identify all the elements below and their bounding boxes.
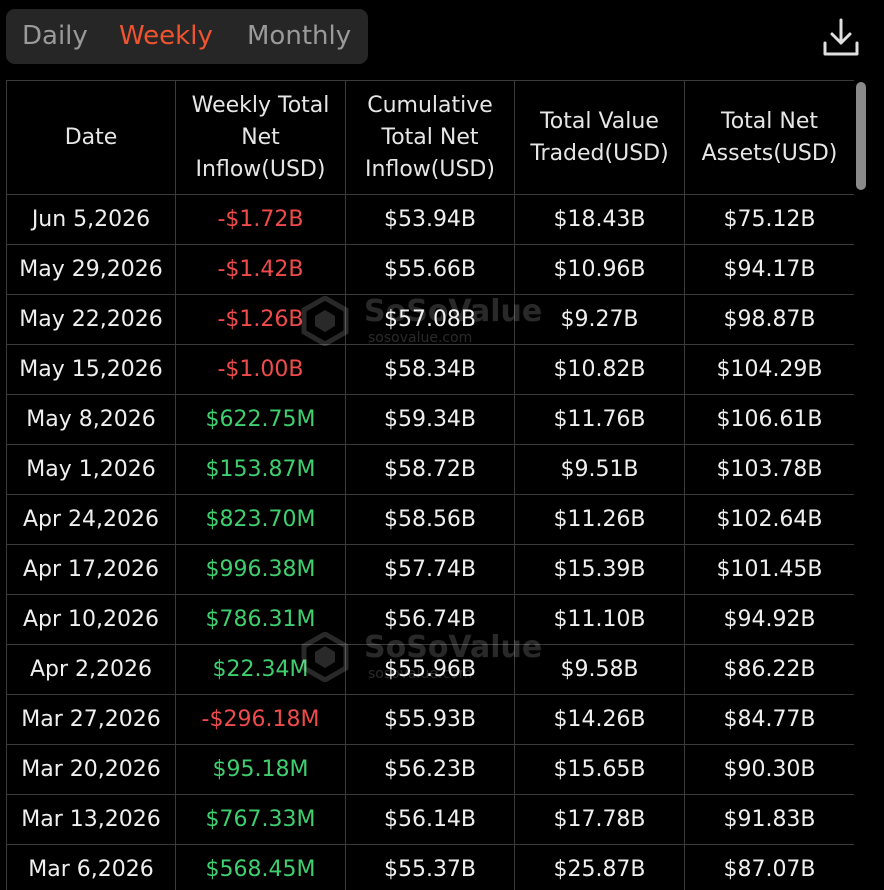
- cell-date: Apr 10,2026: [6, 594, 176, 645]
- table-row: Apr 2,2026 $22.34M $55.96B $9.58B $86.22B: [6, 644, 854, 695]
- cell-total-net-assets: $84.77B: [684, 694, 854, 745]
- tab-monthly[interactable]: Monthly: [247, 9, 351, 64]
- cell-cumulative-net-inflow: $56.23B: [345, 744, 515, 795]
- table-row: Mar 27,2026 -$296.18M $55.93B $14.26B $84.77…: [6, 694, 854, 745]
- period-tabs: Daily Weekly Monthly: [6, 9, 368, 64]
- cell-cumulative-net-inflow: $55.96B: [345, 644, 515, 695]
- cell-total-net-assets: $87.07B: [684, 844, 854, 890]
- table-row: Jun 5,2026 -$1.72B $53.94B $18.43B $75.12B: [6, 194, 854, 245]
- cell-date: Mar 20,2026: [6, 744, 176, 795]
- table-row: May 29,2026 -$1.42B $55.66B $10.96B $94.17B: [6, 244, 854, 295]
- cell-date: Apr 17,2026: [6, 544, 176, 595]
- header-date: Date: [6, 80, 176, 195]
- cell-total-value-traded: $18.43B: [514, 194, 685, 245]
- table-row: Mar 13,2026 $767.33M $56.14B $17.78B $91.83B: [6, 794, 854, 845]
- cell-total-value-traded: $11.26B: [514, 494, 685, 545]
- cell-cumulative-net-inflow: $53.94B: [345, 194, 515, 245]
- cell-cumulative-net-inflow: $57.08B: [345, 294, 515, 345]
- cell-total-net-assets: $101.45B: [684, 544, 854, 595]
- cell-total-value-traded: $9.51B: [514, 444, 685, 495]
- scrollbar-track: [856, 80, 866, 890]
- cell-date: May 29,2026: [6, 244, 176, 295]
- cell-total-net-assets: $75.12B: [684, 194, 854, 245]
- cell-total-value-traded: $15.65B: [514, 744, 685, 795]
- cell-total-net-assets: $94.92B: [684, 594, 854, 645]
- tab-daily[interactable]: Daily: [22, 9, 88, 64]
- cell-total-net-assets: $103.78B: [684, 444, 854, 495]
- cell-cumulative-net-inflow: $56.14B: [345, 794, 515, 845]
- tab-weekly[interactable]: Weekly: [119, 9, 213, 64]
- cell-date: Mar 6,2026: [6, 844, 176, 890]
- etf-flow-table-container: Date Weekly Total Net Inflow(USD) Cumulati…: [6, 80, 854, 890]
- scrollbar-thumb[interactable]: [856, 82, 866, 190]
- table-row: Mar 20,2026 $95.18M $56.23B $15.65B $90.30B: [6, 744, 854, 795]
- cell-total-value-traded: $10.82B: [514, 344, 685, 395]
- table-row: Apr 17,2026 $996.38M $57.74B $15.39B $101.45…: [6, 544, 854, 595]
- cell-date: May 22,2026: [6, 294, 176, 345]
- cell-total-net-assets: $90.30B: [684, 744, 854, 795]
- cell-total-net-assets: $91.83B: [684, 794, 854, 845]
- cell-total-value-traded: $17.78B: [514, 794, 685, 845]
- cell-date: Mar 13,2026: [6, 794, 176, 845]
- cell-weekly-net-inflow: -$1.26B: [175, 294, 346, 345]
- cell-date: Apr 24,2026: [6, 494, 176, 545]
- header-total-value-traded: Total Value Traded(USD): [514, 80, 685, 195]
- table-header-row: Date Weekly Total Net Inflow(USD) Cumulati…: [6, 80, 854, 195]
- cell-date: Apr 2,2026: [6, 644, 176, 695]
- cell-weekly-net-inflow: -$1.00B: [175, 344, 346, 395]
- cell-cumulative-net-inflow: $58.34B: [345, 344, 515, 395]
- cell-date: May 1,2026: [6, 444, 176, 495]
- cell-date: Jun 5,2026: [6, 194, 176, 245]
- cell-total-value-traded: $9.58B: [514, 644, 685, 695]
- header-weekly-total-net-inflow: Weekly Total Net Inflow(USD): [175, 80, 346, 195]
- table-row: May 15,2026 -$1.00B $58.34B $10.82B $104.29B: [6, 344, 854, 395]
- cell-weekly-net-inflow: $153.87M: [175, 444, 346, 495]
- cell-date: Mar 27,2026: [6, 694, 176, 745]
- cell-total-net-assets: $94.17B: [684, 244, 854, 295]
- cell-total-net-assets: $86.22B: [684, 644, 854, 695]
- etf-flow-table: Date Weekly Total Net Inflow(USD) Cumulati…: [6, 80, 854, 890]
- cell-weekly-net-inflow: $622.75M: [175, 394, 346, 445]
- cell-total-value-traded: $14.26B: [514, 694, 685, 745]
- cell-cumulative-net-inflow: $58.72B: [345, 444, 515, 495]
- cell-cumulative-net-inflow: $55.66B: [345, 244, 515, 295]
- cell-date: May 15,2026: [6, 344, 176, 395]
- cell-weekly-net-inflow: $95.18M: [175, 744, 346, 795]
- table-row: Mar 6,2026 $568.45M $55.37B $25.87B $87.07B: [6, 844, 854, 890]
- cell-total-value-traded: $11.10B: [514, 594, 685, 645]
- table-row: May 8,2026 $622.75M $59.34B $11.76B $106.61B: [6, 394, 854, 445]
- cell-weekly-net-inflow: $823.70M: [175, 494, 346, 545]
- table-row: May 1,2026 $153.87M $58.72B $9.51B $103.78B: [6, 444, 854, 495]
- cell-weekly-net-inflow: $22.34M: [175, 644, 346, 695]
- cell-weekly-net-inflow: -$296.18M: [175, 694, 346, 745]
- cell-weekly-net-inflow: $767.33M: [175, 794, 346, 845]
- cell-total-net-assets: $98.87B: [684, 294, 854, 345]
- cell-cumulative-net-inflow: $55.93B: [345, 694, 515, 745]
- download-icon[interactable]: [818, 14, 864, 60]
- cell-cumulative-net-inflow: $58.56B: [345, 494, 515, 545]
- cell-date: May 8,2026: [6, 394, 176, 445]
- cell-cumulative-net-inflow: $55.37B: [345, 844, 515, 890]
- cell-weekly-net-inflow: $786.31M: [175, 594, 346, 645]
- table-row: Apr 10,2026 $786.31M $56.74B $11.10B $94.92B: [6, 594, 854, 645]
- cell-total-value-traded: $10.96B: [514, 244, 685, 295]
- cell-total-net-assets: $102.64B: [684, 494, 854, 545]
- cell-total-value-traded: $15.39B: [514, 544, 685, 595]
- cell-cumulative-net-inflow: $57.74B: [345, 544, 515, 595]
- header-cumulative-total-net-inflow: Cumulative Total Net Inflow(USD): [345, 80, 515, 195]
- cell-total-value-traded: $9.27B: [514, 294, 685, 345]
- cell-cumulative-net-inflow: $59.34B: [345, 394, 515, 445]
- cell-weekly-net-inflow: $568.45M: [175, 844, 346, 890]
- cell-total-net-assets: $104.29B: [684, 344, 854, 395]
- cell-total-value-traded: $25.87B: [514, 844, 685, 890]
- cell-total-value-traded: $11.76B: [514, 394, 685, 445]
- header-total-net-assets: Total Net Assets(USD): [684, 80, 854, 195]
- cell-weekly-net-inflow: -$1.72B: [175, 194, 346, 245]
- table-row: May 22,2026 -$1.26B $57.08B $9.27B $98.87B: [6, 294, 854, 345]
- cell-total-net-assets: $106.61B: [684, 394, 854, 445]
- cell-cumulative-net-inflow: $56.74B: [345, 594, 515, 645]
- cell-weekly-net-inflow: $996.38M: [175, 544, 346, 595]
- cell-weekly-net-inflow: -$1.42B: [175, 244, 346, 295]
- table-row: Apr 24,2026 $823.70M $58.56B $11.26B $102.64…: [6, 494, 854, 545]
